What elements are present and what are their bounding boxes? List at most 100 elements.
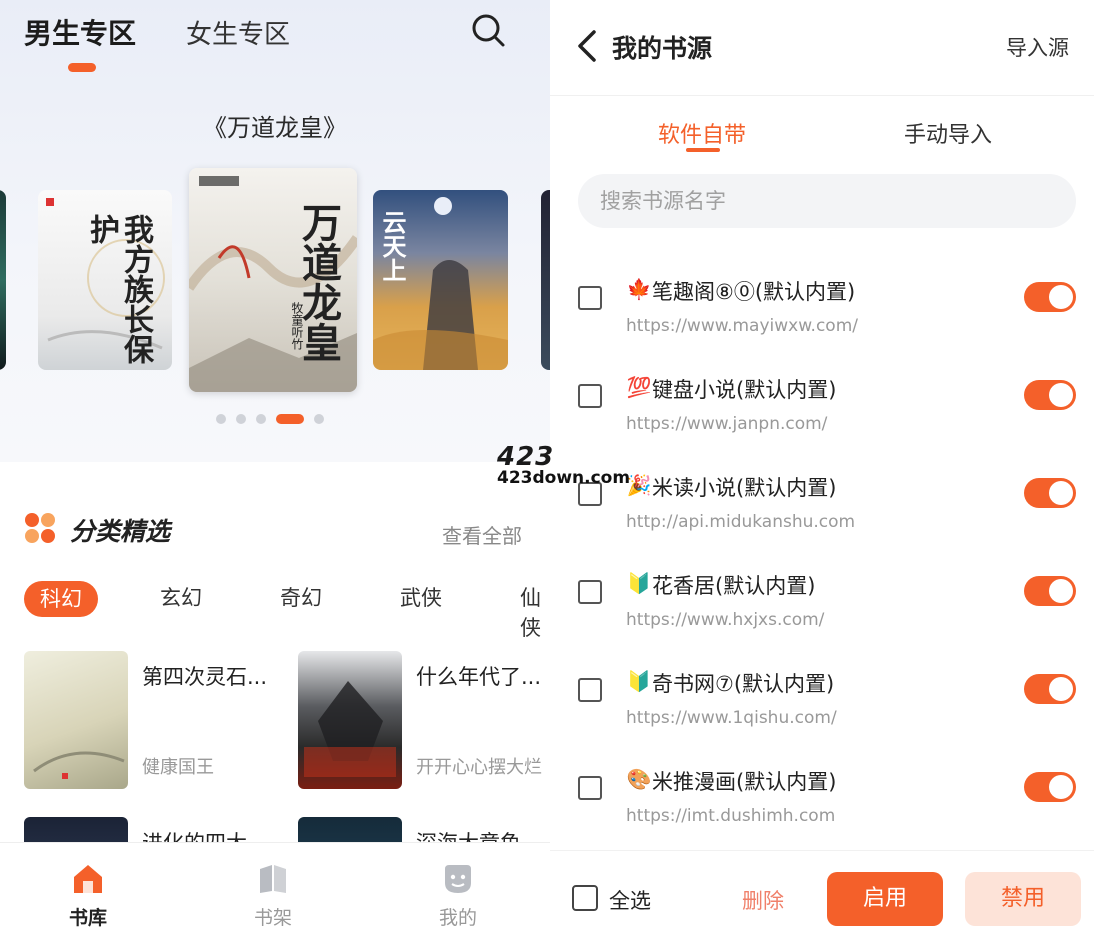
beginner-symbol-icon: 🔰 bbox=[626, 571, 652, 595]
home-icon bbox=[71, 865, 105, 899]
cover-author: 牧童听竹 bbox=[290, 302, 304, 350]
source-name: 花香居(默认内置) bbox=[652, 574, 816, 598]
book-author: 健康国王 bbox=[142, 757, 214, 778]
banner-cover-featured[interactable]: 万道龙皇 牧童听竹 bbox=[189, 168, 357, 392]
source-item[interactable]: 🍁 笔趣阁⑧⓪(默认内置) https://www.mayiwxw.com/ bbox=[550, 266, 1094, 364]
bookshelf-icon bbox=[256, 865, 290, 899]
toggle-knob bbox=[1049, 285, 1073, 309]
hundred-points-icon: 💯 bbox=[626, 375, 652, 399]
nav-profile[interactable]: 我的 bbox=[413, 863, 503, 930]
source-url: https://www.mayiwxw.com/ bbox=[626, 316, 858, 336]
library-screen: 男生专区 女生专区 《万道龙皇》 我方族长保护 万道龙皇 牧童听竹 云天上 分类… bbox=[0, 0, 550, 932]
tab-manual-import[interactable]: 手动导入 bbox=[904, 117, 992, 149]
cover-title: 云天上 bbox=[378, 210, 407, 282]
banner-cover-edge[interactable] bbox=[0, 190, 6, 370]
source-name: 键盘小说(默认内置) bbox=[652, 378, 837, 402]
source-toggle[interactable] bbox=[1024, 674, 1076, 704]
category-chip-active[interactable]: 科幻 bbox=[24, 581, 98, 617]
enable-button[interactable]: 启用 bbox=[827, 872, 943, 926]
source-checkbox[interactable] bbox=[578, 776, 602, 800]
nav-bookshelf[interactable]: 书架 bbox=[228, 863, 318, 930]
source-checkbox[interactable] bbox=[578, 384, 602, 408]
nav-label: 书库 bbox=[68, 907, 107, 929]
beginner-symbol-icon: 🔰 bbox=[626, 669, 652, 693]
source-toggle[interactable] bbox=[1024, 380, 1076, 410]
nav-library[interactable]: 书库 bbox=[43, 863, 133, 930]
source-url: https://www.janpn.com/ bbox=[626, 414, 828, 434]
source-toggle[interactable] bbox=[1024, 772, 1076, 802]
category-chip[interactable]: 玄幻 bbox=[160, 582, 202, 612]
carousel-dot[interactable] bbox=[314, 414, 324, 424]
toggle-knob bbox=[1049, 383, 1073, 407]
book-cover bbox=[24, 651, 128, 789]
source-item[interactable]: 🎉 米读小说(默认内置) http://api.midukanshu.com bbox=[550, 462, 1094, 560]
back-arrow-icon[interactable] bbox=[574, 28, 602, 64]
source-checkbox[interactable] bbox=[578, 286, 602, 310]
toggle-knob bbox=[1049, 677, 1073, 701]
source-name: 奇书网⑦(默认内置) bbox=[652, 672, 835, 696]
action-bar: 全选 删除 启用 禁用 bbox=[550, 850, 1094, 932]
tab-female[interactable]: 女生专区 bbox=[186, 14, 290, 51]
profile-icon bbox=[441, 865, 475, 899]
category-chip[interactable]: 武侠 bbox=[400, 582, 442, 612]
source-url: https://www.1qishu.com/ bbox=[626, 708, 837, 728]
source-url: https://imt.dushimh.com bbox=[626, 806, 836, 826]
import-source-button[interactable]: 导入源 bbox=[1006, 32, 1069, 62]
select-all-label[interactable]: 全选 bbox=[609, 885, 651, 915]
select-all-checkbox[interactable] bbox=[572, 885, 598, 911]
source-checkbox[interactable] bbox=[578, 678, 602, 702]
book-cover bbox=[298, 651, 402, 789]
banner-cover-edge[interactable] bbox=[541, 190, 550, 370]
tab-indicator bbox=[68, 63, 96, 72]
toggle-knob bbox=[1049, 775, 1073, 799]
maple-leaf-icon: 🍁 bbox=[626, 277, 652, 301]
source-toggle[interactable] bbox=[1024, 282, 1076, 312]
source-name: 笔趣阁⑧⓪(默认内置) bbox=[652, 280, 856, 304]
book-title: 第四次灵石... bbox=[142, 665, 268, 689]
banner-title: 《万道龙皇》 bbox=[203, 114, 347, 142]
delete-button[interactable]: 删除 bbox=[742, 885, 784, 915]
category-chip[interactable]: 奇幻 bbox=[280, 582, 322, 612]
watermark-url: 423down.com bbox=[497, 468, 631, 488]
source-item[interactable]: 🔰 花香居(默认内置) https://www.hxjxs.com/ bbox=[550, 560, 1094, 658]
category-grid-icon bbox=[24, 512, 56, 548]
page-title: 我的书源 bbox=[612, 34, 713, 63]
source-name: 米读小说(默认内置) bbox=[652, 476, 837, 500]
bottom-nav: 书库 书架 我的 bbox=[0, 842, 550, 932]
source-url: http://api.midukanshu.com bbox=[626, 512, 856, 532]
source-item[interactable]: 🔰 奇书网⑦(默认内置) https://www.1qishu.com/ bbox=[550, 658, 1094, 756]
nav-label: 我的 bbox=[438, 907, 477, 929]
book-title: 什么年代了... bbox=[416, 665, 542, 689]
toggle-knob bbox=[1049, 481, 1073, 505]
disable-button[interactable]: 禁用 bbox=[965, 872, 1081, 926]
carousel-indicator bbox=[216, 414, 324, 424]
header: 我的书源 导入源 bbox=[550, 0, 1094, 96]
source-name: 米推漫画(默认内置) bbox=[652, 770, 837, 794]
cover-title: 我方族长保护 bbox=[84, 214, 153, 364]
banner-cover[interactable]: 云天上 bbox=[373, 190, 508, 370]
tab-builtin[interactable]: 软件自带 bbox=[658, 117, 746, 149]
source-item[interactable]: 🎨 米推漫画(默认内置) https://imt.dushimh.com bbox=[550, 756, 1094, 854]
source-search-input[interactable] bbox=[578, 174, 1076, 228]
carousel-dot[interactable] bbox=[236, 414, 246, 424]
section-title: 分类精选 bbox=[70, 517, 171, 546]
book-author: 开开心心摆大烂 bbox=[416, 757, 542, 778]
nav-label: 书架 bbox=[253, 907, 292, 929]
section-header: 分类精选 bbox=[24, 512, 170, 548]
carousel-dot[interactable] bbox=[216, 414, 226, 424]
source-toggle[interactable] bbox=[1024, 576, 1076, 606]
search-icon[interactable] bbox=[470, 12, 506, 48]
toggle-knob bbox=[1049, 579, 1073, 603]
source-toggle[interactable] bbox=[1024, 478, 1076, 508]
carousel-dot[interactable] bbox=[256, 414, 266, 424]
tab-male[interactable]: 男生专区 bbox=[24, 12, 136, 52]
watermark-logo: 423 423down.com bbox=[497, 442, 631, 488]
watermark-text: 423 bbox=[497, 442, 555, 472]
see-all-link[interactable]: 查看全部 bbox=[442, 520, 522, 549]
carousel-dot-active[interactable] bbox=[276, 414, 304, 424]
source-item[interactable]: 💯 键盘小说(默认内置) https://www.janpn.com/ bbox=[550, 364, 1094, 462]
category-chip[interactable]: 仙侠 bbox=[520, 582, 550, 642]
source-checkbox[interactable] bbox=[578, 580, 602, 604]
tab-indicator bbox=[686, 148, 720, 152]
banner-cover[interactable]: 我方族长保护 bbox=[38, 190, 172, 370]
